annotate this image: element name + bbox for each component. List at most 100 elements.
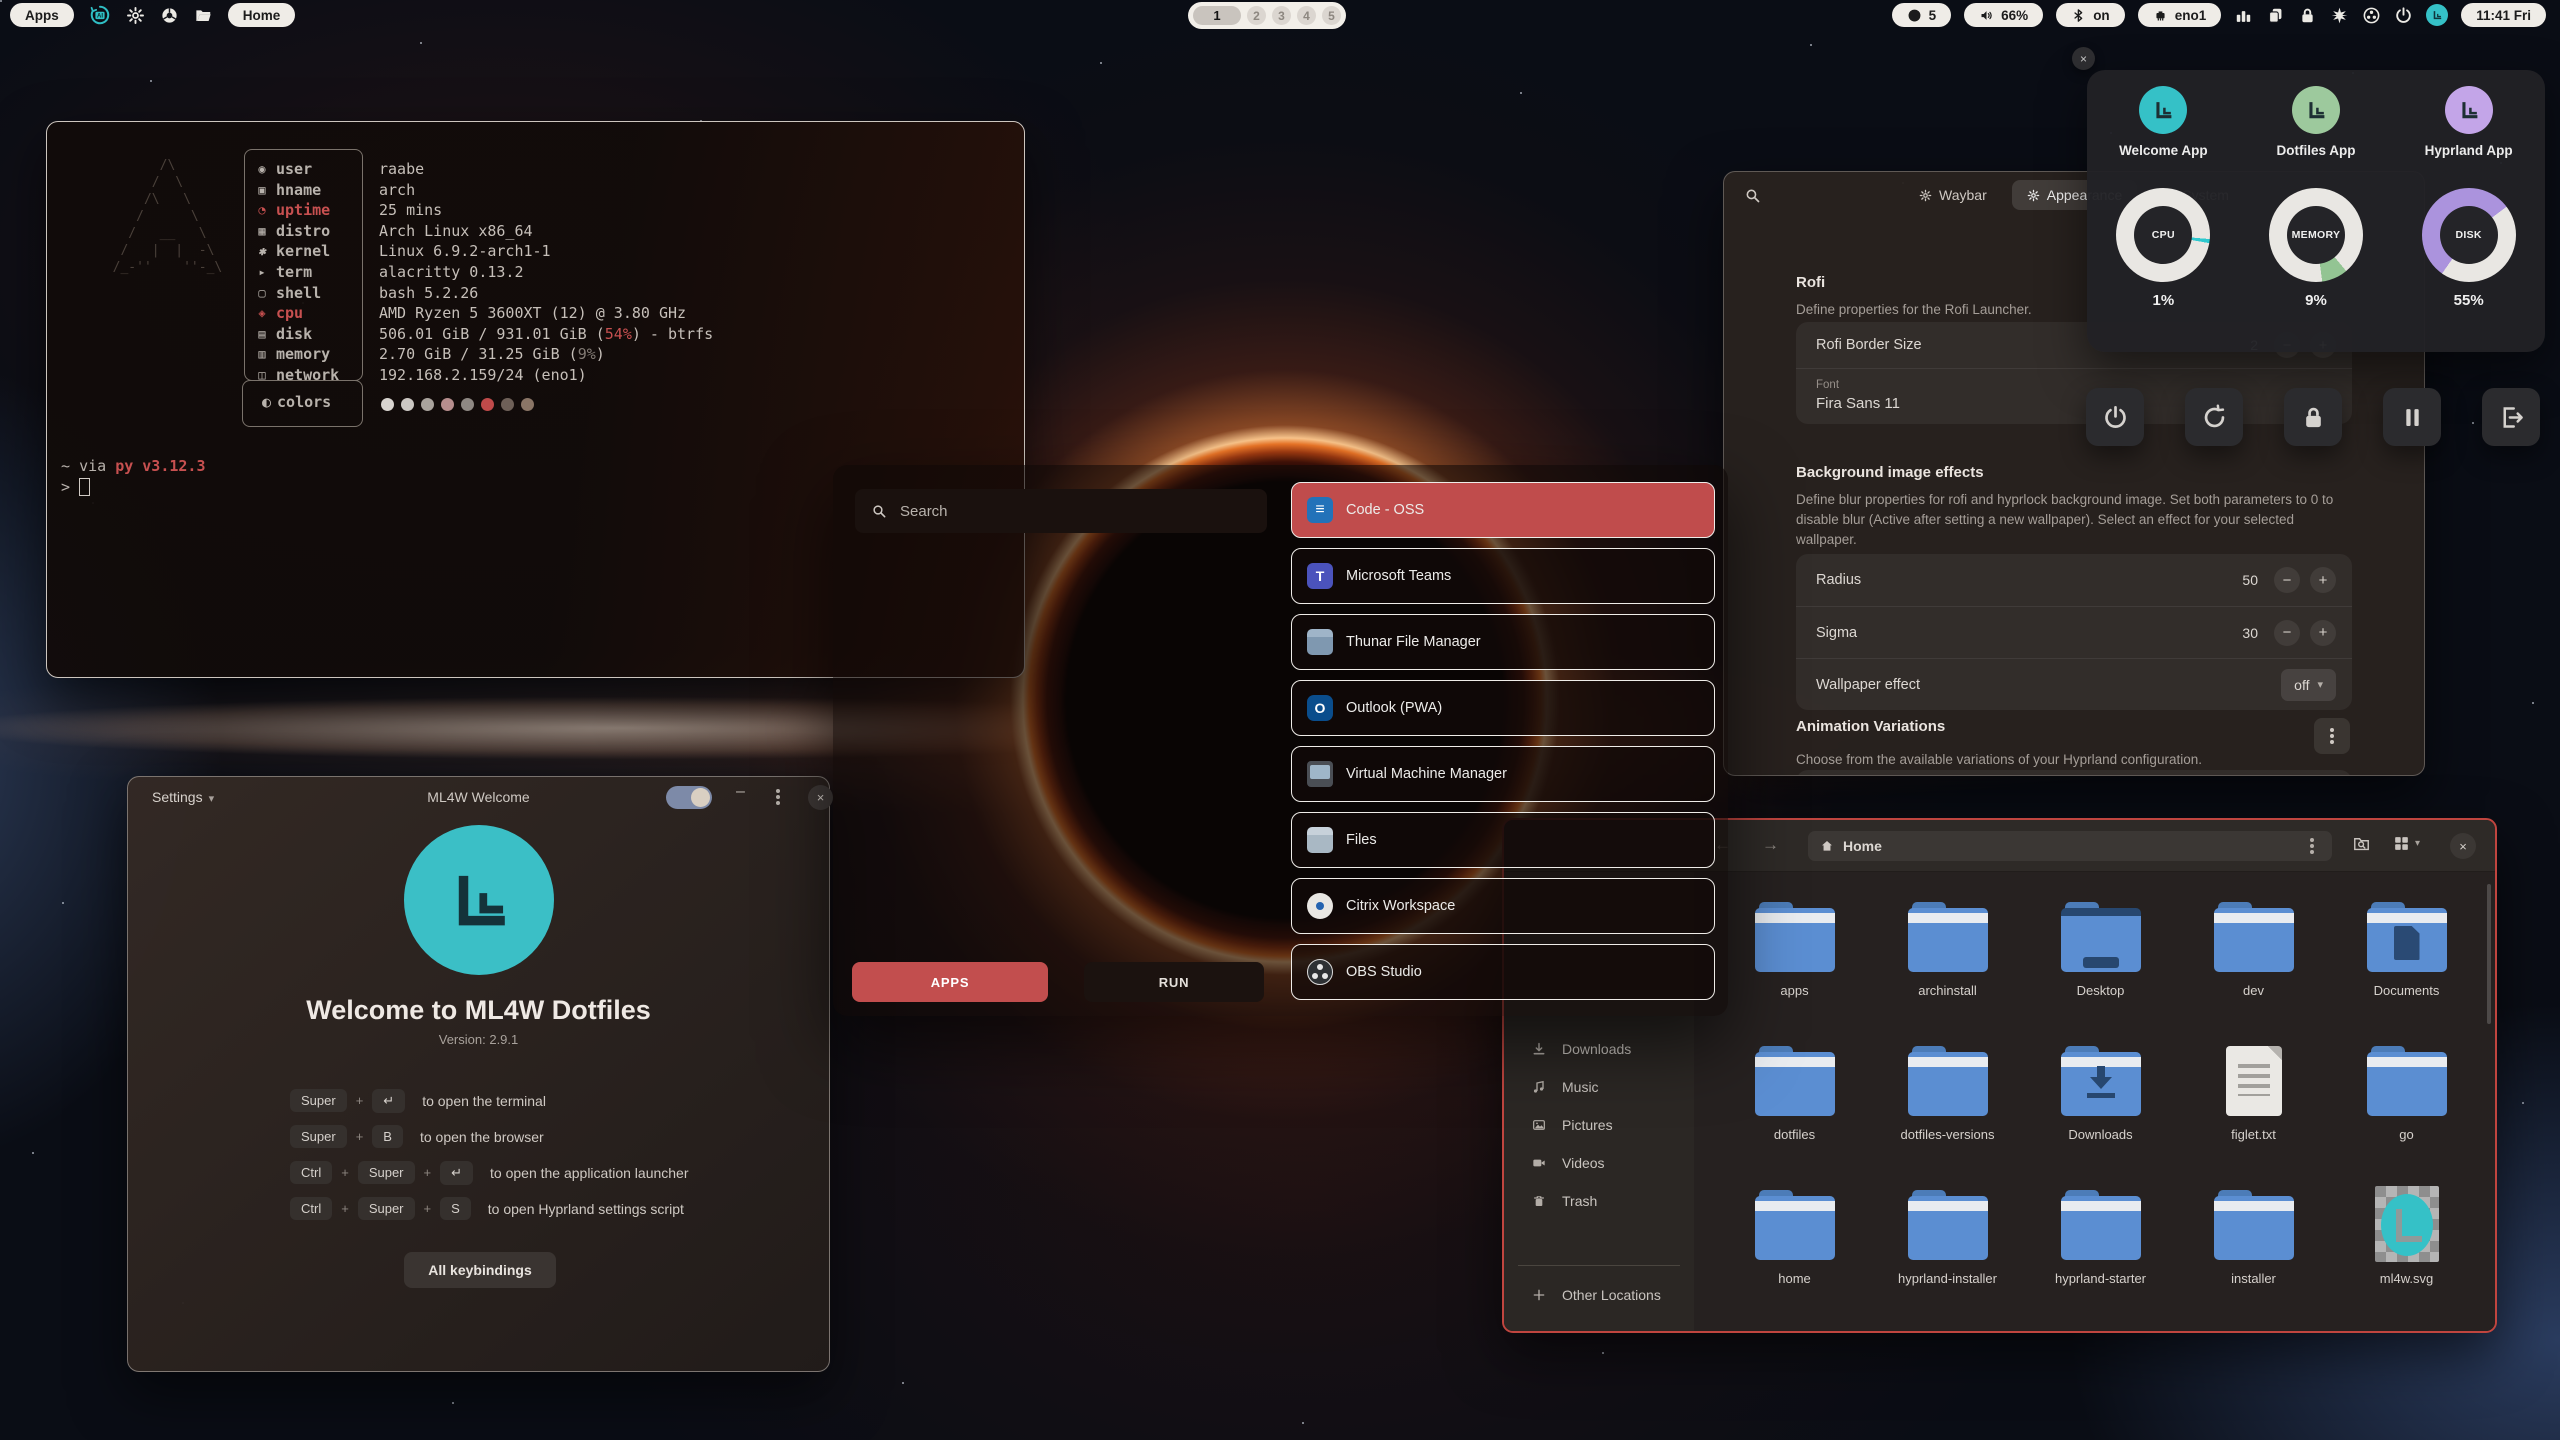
file-item[interactable]: dev [2177, 898, 2330, 1042]
shell-prompt[interactable]: ~ via py v3.12.3 > [61, 456, 206, 498]
folder-search-button[interactable] [2352, 834, 2371, 858]
launcher-app-entry[interactable]: Thunar File Manager [1291, 614, 1715, 670]
launcher-app-entry[interactable]: Citrix Workspace [1291, 878, 1715, 934]
bluetooth-indicator[interactable]: on [2056, 3, 2125, 27]
workspace-button[interactable]: 2 [1247, 6, 1266, 25]
file-item[interactable]: Documents [2330, 898, 2483, 1042]
file-item[interactable]: Downloads [2024, 1042, 2177, 1186]
close-button[interactable]: × [2450, 833, 2476, 859]
location-menu-icon[interactable] [2310, 844, 2314, 848]
file-item[interactable]: home [1718, 1186, 1871, 1330]
reboot-button[interactable] [2185, 388, 2243, 446]
file-item[interactable]: dotfiles-versions [1871, 1042, 2024, 1186]
address-bar[interactable]: Home [1808, 831, 2332, 861]
launcher-app-entry[interactable]: Outlook (PWA) [1291, 680, 1715, 736]
workspace-button[interactable]: 4 [1297, 6, 1316, 25]
close-button[interactable]: × [2072, 47, 2095, 70]
lock-icon[interactable] [2298, 6, 2317, 25]
obs-icon[interactable] [2362, 6, 2381, 25]
file-item[interactable]: installer [2177, 1186, 2330, 1330]
gauge-label: DISK [2456, 229, 2482, 241]
workspace-switcher[interactable]: 1 2 3 4 5 [1188, 2, 1346, 29]
updates-indicator[interactable]: 5 [1892, 3, 1952, 27]
app-icon [1307, 827, 1333, 853]
volume-indicator[interactable]: 66% [1964, 3, 2043, 27]
minus-button[interactable] [2274, 567, 2300, 593]
menu-kebab-icon[interactable] [776, 795, 780, 799]
ai-assistant-icon[interactable] [89, 4, 111, 26]
autostart-toggle[interactable] [666, 786, 712, 809]
scrollbar[interactable] [2487, 884, 2491, 1024]
workspace-button[interactable]: 5 [1322, 6, 1341, 25]
effects-card: Radius 50 Sigma 30 Wallpaper effect off [1796, 554, 2352, 710]
sidebar-item[interactable]: Trash [1504, 1182, 1686, 1220]
file-item[interactable] [2024, 1330, 2177, 1333]
all-keybindings-button[interactable]: All keybindings [404, 1252, 556, 1288]
workspace-button[interactable]: 1 [1193, 6, 1241, 25]
file-manager-icon[interactable] [194, 6, 213, 25]
search-input[interactable]: Search [855, 489, 1267, 533]
search-icon[interactable] [1744, 187, 1761, 204]
workspace-button[interactable]: 3 [1272, 6, 1291, 25]
view-toggle-button[interactable] [2392, 834, 2420, 853]
launcher-app-entry[interactable]: Microsoft Teams [1291, 548, 1715, 604]
plus-button[interactable] [2310, 567, 2336, 593]
settings-menu-button[interactable]: Settings [152, 789, 214, 805]
rofi-launcher[interactable]: Search Code - OSS Microsoft Teams Thunar… [833, 465, 1728, 1016]
launcher-app-entry[interactable]: OBS Studio [1291, 944, 1715, 1000]
apps-menu-button[interactable]: Apps [10, 3, 74, 27]
settings-burst-icon[interactable] [2330, 6, 2349, 25]
panel-app-shortcut[interactable]: Dotfiles App [2240, 70, 2393, 188]
file-item[interactable]: ml4w.svg [2330, 1186, 2483, 1330]
file-item[interactable] [1718, 1330, 1871, 1333]
file-item[interactable] [2177, 1330, 2330, 1333]
minus-button[interactable] [2274, 620, 2300, 646]
sidebar-item[interactable]: Downloads [1504, 1030, 1686, 1068]
forward-button[interactable]: → [1762, 835, 1779, 855]
suspend-button[interactable] [2383, 388, 2441, 446]
clipboard-icon[interactable] [2266, 6, 2285, 25]
file-item[interactable]: hyprland-starter [2024, 1186, 2177, 1330]
file-item[interactable]: go [2330, 1042, 2483, 1186]
launcher-app-entry[interactable]: Code - OSS [1291, 482, 1715, 538]
rofi-mode-tab[interactable]: APPS [852, 962, 1048, 1002]
sidebar-item[interactable]: Videos [1504, 1144, 1686, 1182]
key: Ctrl [290, 1197, 332, 1220]
file-item[interactable]: dotfiles [1718, 1042, 1871, 1186]
system-stats-icon[interactable] [2234, 6, 2253, 25]
key: Super [358, 1161, 415, 1184]
file-item[interactable] [2330, 1330, 2483, 1333]
ml4w-logo-button[interactable] [2426, 4, 2448, 26]
home-button[interactable]: Home [228, 3, 296, 27]
panel-app-shortcut[interactable]: Welcome App [2087, 70, 2240, 188]
rofi-mode-tab[interactable]: RUN [1084, 962, 1264, 1002]
lock-screen-button[interactable] [2284, 388, 2342, 446]
file-item[interactable]: hyprland-installer [1871, 1186, 2024, 1330]
close-button[interactable]: × [808, 785, 833, 810]
file-item[interactable]: figlet.txt [2177, 1042, 2330, 1186]
settings-tab[interactable]: Waybar [1904, 180, 2002, 210]
sidebar-item[interactable]: Music [1504, 1068, 1686, 1106]
chrome-browser-icon[interactable] [160, 6, 179, 25]
launcher-app-entry[interactable]: Virtual Machine Manager [1291, 746, 1715, 802]
anim-menu-button[interactable] [2314, 718, 2350, 754]
file-item[interactable] [1871, 1330, 2024, 1333]
file-item[interactable]: Desktop [2024, 898, 2177, 1042]
plus-button[interactable] [2310, 620, 2336, 646]
fastfetch-row: ◫network 192.168.2.159/24 (eno1) [254, 365, 713, 386]
ml4w-welcome-window[interactable]: Settings ML4W Welcome – × Welcome to ML4… [127, 776, 830, 1372]
shutdown-button[interactable] [2086, 388, 2144, 446]
launcher-app-entry[interactable]: Files [1291, 812, 1715, 868]
network-indicator[interactable]: eno1 [2138, 3, 2222, 27]
power-icon[interactable] [2394, 6, 2413, 25]
minimize-button[interactable]: – [736, 783, 745, 801]
wallpaper-effect-dropdown[interactable]: off [2281, 669, 2336, 701]
file-item[interactable]: archinstall [1871, 898, 2024, 1042]
sidebar-item[interactable]: Pictures [1504, 1106, 1686, 1144]
sidebar-item-other-locations[interactable]: Other Locations [1504, 1276, 1686, 1314]
clock[interactable]: 11:41 Fri [2461, 3, 2546, 27]
panel-app-shortcut[interactable]: Hyprland App [2392, 70, 2545, 188]
settings-gear-icon[interactable] [126, 6, 145, 25]
file-item[interactable]: apps [1718, 898, 1871, 1042]
logout-button[interactable] [2482, 388, 2540, 446]
